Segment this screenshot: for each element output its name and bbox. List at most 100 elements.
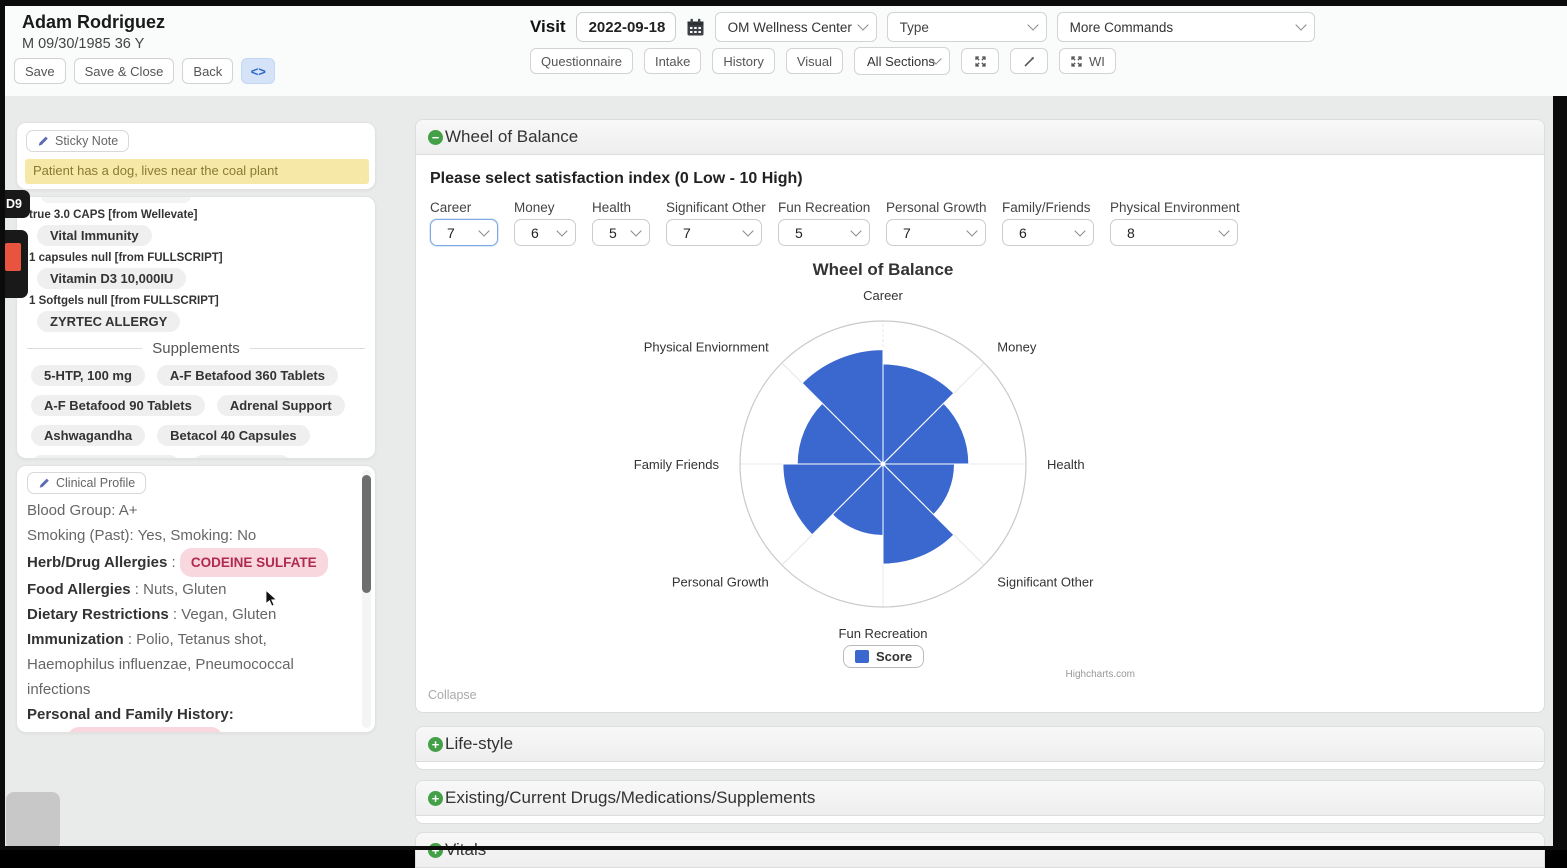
medications-card: true 3.0 CAPS [from Wellevate]Vital Immu… [16, 196, 376, 459]
clinical-profile-value: Smoking (Past): Yes, Smoking: No [27, 527, 256, 544]
clinical-profile-line: Self : Chemical Sensitivity,High cholest… [27, 727, 349, 733]
back-button[interactable]: Back [182, 58, 233, 84]
selector-career: Career 7 [430, 200, 498, 246]
selector-dropdown[interactable]: 6 [514, 219, 576, 246]
supplement-pill[interactable]: 5-HTP, 100 mg [31, 365, 145, 386]
selector-label: Career [430, 200, 498, 215]
clinical-profile-line: Smoking (Past): Yes, Smoking: No [27, 523, 349, 548]
patient-actions: Save Save & Close Back <> [14, 58, 275, 84]
selector-label: Health [592, 200, 650, 215]
supplement-pill[interactable]: A-F Betafood 360 Tablets [157, 365, 338, 386]
quick-button-intake[interactable]: Intake [644, 48, 701, 74]
section-panel-edge [415, 762, 1545, 770]
selector-money: Money6 [514, 200, 576, 246]
clinical-profile-scrollbar-track[interactable] [362, 470, 371, 728]
calendar-icon[interactable] [686, 18, 705, 37]
wheel-chart: Wheel of BalanceCareerMoneyHealthSignifi… [583, 255, 1183, 695]
all-sections-dropdown[interactable]: All Sections [854, 47, 950, 75]
section-header-vitals[interactable]: +Vitals [415, 832, 1545, 868]
pencil-icon [38, 477, 50, 489]
clinical-profile-label: Immunization [27, 631, 124, 648]
quick-button-visual[interactable]: Visual [786, 48, 843, 74]
selector-dropdown[interactable]: 5 [592, 219, 650, 246]
medication-pill[interactable]: ZYRTEC ALLERGY [37, 311, 180, 332]
supplement-pill[interactable]: Adrenal Support [217, 395, 345, 416]
satisfaction-prompt: Please select satisfaction index (0 Low … [430, 170, 803, 188]
selector-value: 8 [1127, 225, 1135, 241]
quick-button-questionnaire[interactable]: Questionnaire [530, 48, 633, 74]
expand-fullscreen-button[interactable] [961, 48, 999, 74]
clinical-profile-label: Dietary Restrictions [27, 606, 169, 623]
wi-button-label: WI [1089, 54, 1105, 69]
clinical-profile-card: Clinical Profile Blood Group: A+Smoking … [16, 465, 376, 733]
medication-pill[interactable]: Vitamin D3 10,000IU [37, 268, 186, 289]
code-toggle-button[interactable]: <> [241, 58, 275, 84]
expand-section-icon[interactable]: + [428, 843, 443, 858]
more-commands-dropdown[interactable]: More Commands [1057, 12, 1315, 42]
type-dropdown[interactable]: Type [887, 12, 1047, 42]
app-window: Adam Rodriguez M 09/30/1985 36 Y Save Sa… [0, 0, 1567, 850]
clipped-pill-fragment [41, 196, 191, 203]
selector-personal-growth: Personal Growth7 [886, 200, 986, 246]
quick-button-history[interactable]: History [712, 48, 774, 74]
clinical-profile-scrollbar-thumb[interactable] [362, 475, 371, 593]
chart-category-label: Family Friends [634, 457, 720, 472]
sticky-note-button[interactable]: Sticky Note [26, 130, 129, 152]
wi-expand-button[interactable]: WI [1059, 48, 1116, 74]
section-header-life-style[interactable]: +Life-style [415, 726, 1545, 762]
chart-legend[interactable]: Score [843, 645, 924, 668]
highcharts-credit[interactable]: Highcharts.com [1020, 669, 1135, 680]
chart-category-label: Money [997, 340, 1037, 355]
wheel-of-balance-section-header[interactable]: − Wheel of Balance [415, 119, 1545, 155]
selector-dropdown[interactable]: 7 [666, 219, 762, 246]
selector-dropdown[interactable]: 5 [778, 219, 870, 246]
more-commands-value: More Commands [1070, 20, 1174, 35]
collapse-link[interactable]: Collapse [428, 688, 477, 702]
pen-diagonal-icon [1023, 55, 1036, 68]
save-and-close-button[interactable]: Save & Close [74, 58, 175, 84]
selector-family-friends: Family/Friends6 [1002, 200, 1094, 246]
selector-dropdown[interactable]: 8 [1110, 219, 1238, 246]
selector-label: Fun Recreation [778, 200, 870, 215]
selector-dropdown[interactable]: 6 [1002, 219, 1094, 246]
clinical-profile-button[interactable]: Clinical Profile [27, 472, 146, 494]
medication-pill-row: Vital Immunity [37, 225, 365, 246]
clinical-profile-line: Food Allergies : Nuts, Gluten [27, 577, 349, 602]
section-header-existing-current-drugs-medications-supplements[interactable]: +Existing/Current Drugs/Medications/Supp… [415, 780, 1545, 816]
expand-section-icon[interactable]: + [428, 737, 443, 752]
visit-toolbar-row1: Visit OM Wellness Center Type More Comma… [530, 12, 1315, 42]
pencil-icon [37, 135, 49, 147]
frame-edge-left [0, 0, 5, 850]
expand-arrows-icon [974, 55, 987, 68]
expand-section-icon[interactable]: + [428, 791, 443, 806]
supplement-pill[interactable]: Ashwagandha [31, 425, 145, 446]
selector-value: 7 [903, 225, 911, 241]
supplement-pill[interactable]: Betacol 40 Capsules [157, 425, 309, 446]
medication-pill-row: ZYRTEC ALLERGY [37, 311, 365, 332]
selector-dropdown[interactable]: 7 [430, 219, 498, 246]
annotate-button[interactable] [1010, 48, 1048, 74]
supplement-pill[interactable]: Betafood 90 Tablets [31, 455, 180, 459]
frame-edge-bottom [0, 846, 1567, 850]
clinical-profile-label: Herb/Drug Allergies [27, 554, 167, 571]
save-button[interactable]: Save [14, 58, 66, 84]
supplements-divider-label: Supplements [152, 340, 240, 357]
all-sections-value: All Sections [867, 54, 935, 69]
floating-widget-button[interactable] [6, 792, 60, 850]
alert-red-marker [5, 243, 21, 271]
supplement-pill[interactable]: A-F Betafood 90 Tablets [31, 395, 205, 416]
supplement-pill[interactable]: Betaine HCl [192, 455, 291, 459]
polar-chart-svg: Wheel of BalanceCareerMoneyHealthSignifi… [583, 255, 1183, 695]
chart-category-label: Physical Enviornment [644, 340, 769, 355]
selector-dropdown[interactable]: 7 [886, 219, 986, 246]
sticky-note-card: Sticky Note Patient has a dog, lives nea… [16, 122, 376, 190]
clinical-profile-line: Herb/Drug Allergies : CODEINE SULFATE [27, 548, 349, 577]
visit-date-input[interactable] [576, 12, 676, 42]
clinical-profile-label: Food Allergies [27, 581, 131, 598]
quick-buttons-group: Questionnaire Intake History Visual [530, 48, 843, 74]
chart-category-label: Career [863, 288, 903, 303]
medication-pill[interactable]: Vital Immunity [37, 225, 152, 246]
clinical-profile-line: Dietary Restrictions : Vegan, Gluten [27, 602, 349, 627]
collapse-section-icon[interactable]: − [428, 130, 443, 145]
clinic-dropdown[interactable]: OM Wellness Center [715, 12, 877, 42]
